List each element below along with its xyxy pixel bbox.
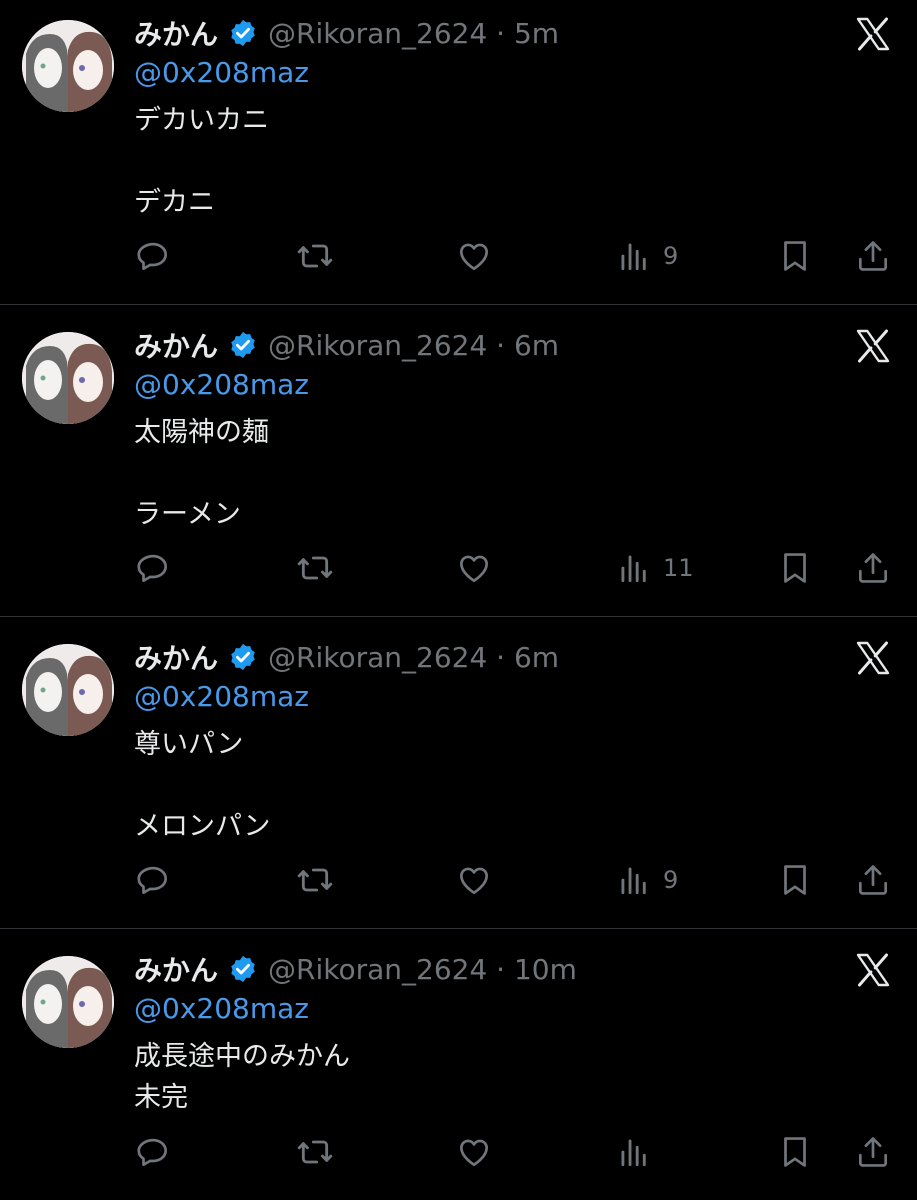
retweet-icon bbox=[295, 236, 335, 276]
verified-badge-icon bbox=[228, 18, 258, 48]
like-button[interactable] bbox=[455, 236, 493, 276]
avatar[interactable] bbox=[22, 20, 114, 112]
divider bbox=[0, 928, 917, 929]
bookmark-icon bbox=[776, 861, 814, 899]
bookmark-icon bbox=[776, 549, 814, 587]
mention-link[interactable]: @0x208maz bbox=[134, 680, 309, 713]
reply-button[interactable] bbox=[134, 548, 172, 588]
x-logo-icon bbox=[855, 952, 891, 988]
share-button[interactable] bbox=[854, 860, 892, 900]
views-icon bbox=[615, 1133, 653, 1171]
reply-button[interactable] bbox=[134, 236, 172, 276]
views-button[interactable] bbox=[615, 1132, 663, 1172]
views-count: 9 bbox=[663, 866, 679, 894]
tweet-header: みかん @Rikoran_2624 · 10m bbox=[134, 946, 577, 992]
x-logo-icon bbox=[855, 16, 891, 52]
views-button[interactable]: 9 bbox=[615, 236, 678, 276]
tweet-text-line: ラーメン bbox=[134, 499, 241, 530]
like-icon bbox=[455, 1133, 493, 1171]
like-button[interactable] bbox=[455, 1132, 493, 1172]
display-name[interactable]: みかん bbox=[134, 13, 218, 53]
tweet-text-line: 尊いパン bbox=[134, 729, 244, 760]
reply-icon bbox=[134, 1133, 172, 1171]
tweet-actions: 9 bbox=[0, 236, 917, 276]
share-button[interactable] bbox=[854, 548, 892, 588]
verified-badge-icon bbox=[228, 954, 258, 984]
views-button[interactable]: 9 bbox=[615, 860, 678, 900]
like-button[interactable] bbox=[455, 548, 493, 588]
like-icon bbox=[455, 861, 493, 899]
avatar[interactable] bbox=[22, 956, 114, 1048]
tweet-text-line: 未完 bbox=[134, 1082, 188, 1113]
reply-button[interactable] bbox=[134, 1132, 172, 1172]
tweet-header: みかん @Rikoran_2624 · 5m bbox=[134, 10, 559, 56]
views-button[interactable]: 11 bbox=[615, 548, 694, 588]
bookmark-button[interactable] bbox=[776, 236, 814, 276]
share-button[interactable] bbox=[854, 1132, 892, 1172]
bookmark-button[interactable] bbox=[776, 1132, 814, 1172]
mention-link[interactable]: @0x208maz bbox=[134, 368, 309, 401]
views-icon bbox=[615, 549, 653, 587]
retweet-button[interactable] bbox=[295, 236, 335, 276]
tweet-actions: 11 bbox=[0, 548, 917, 588]
retweet-button[interactable] bbox=[295, 548, 335, 588]
divider bbox=[0, 616, 917, 617]
retweet-button[interactable] bbox=[295, 1132, 335, 1172]
views-count: 9 bbox=[663, 242, 679, 270]
bookmark-button[interactable] bbox=[776, 548, 814, 588]
tweet-header: みかん @Rikoran_2624 · 6m bbox=[134, 634, 559, 680]
mention-link[interactable]: @0x208maz bbox=[134, 56, 309, 89]
share-icon bbox=[854, 1133, 892, 1171]
share-icon bbox=[854, 549, 892, 587]
retweet-icon bbox=[295, 860, 335, 900]
display-name[interactable]: みかん bbox=[134, 325, 218, 365]
like-icon bbox=[455, 237, 493, 275]
avatar[interactable] bbox=[22, 332, 114, 424]
like-button[interactable] bbox=[455, 860, 493, 900]
divider bbox=[0, 304, 917, 305]
retweet-icon bbox=[295, 1132, 335, 1172]
x-logo-icon bbox=[855, 328, 891, 364]
mention-link[interactable]: @0x208maz bbox=[134, 992, 309, 1025]
share-icon bbox=[854, 861, 892, 899]
tweet-header: みかん @Rikoran_2624 · 6m bbox=[134, 322, 559, 368]
reply-icon bbox=[134, 549, 172, 587]
handle-and-time[interactable]: @Rikoran_2624 · 10m bbox=[268, 953, 577, 986]
tweet-card[interactable]: みかん @Rikoran_2624 · 6m @0x208maz 太陽神の麺 ラ… bbox=[0, 312, 917, 616]
x-logo-icon bbox=[855, 640, 891, 676]
views-icon bbox=[615, 861, 653, 899]
share-button[interactable] bbox=[854, 236, 892, 276]
tweet-actions: 9 bbox=[0, 860, 917, 900]
tweet-text-line: 太陽神の麺 bbox=[134, 417, 269, 448]
tweet-text-line: 成長途中のみかん bbox=[134, 1041, 350, 1072]
tweet-feed: みかん @Rikoran_2624 · 5m @0x208maz デカいカニ デ… bbox=[0, 0, 917, 1200]
bookmark-icon bbox=[776, 1133, 814, 1171]
reply-icon bbox=[134, 861, 172, 899]
reply-icon bbox=[134, 237, 172, 275]
views-count: 11 bbox=[663, 554, 694, 582]
handle-and-time[interactable]: @Rikoran_2624 · 5m bbox=[268, 17, 559, 50]
bookmark-icon bbox=[776, 237, 814, 275]
handle-and-time[interactable]: @Rikoran_2624 · 6m bbox=[268, 329, 559, 362]
display-name[interactable]: みかん bbox=[134, 949, 218, 989]
verified-badge-icon bbox=[228, 642, 258, 672]
avatar[interactable] bbox=[22, 644, 114, 736]
retweet-button[interactable] bbox=[295, 860, 335, 900]
tweet-text-line: デカいカニ bbox=[134, 105, 269, 136]
reply-button[interactable] bbox=[134, 860, 172, 900]
like-icon bbox=[455, 549, 493, 587]
share-icon bbox=[854, 237, 892, 275]
tweet-actions bbox=[0, 1132, 917, 1172]
verified-badge-icon bbox=[228, 330, 258, 360]
bookmark-button[interactable] bbox=[776, 860, 814, 900]
tweet-card[interactable]: みかん @Rikoran_2624 · 6m @0x208maz 尊いパン メロ… bbox=[0, 624, 917, 928]
tweet-card[interactable]: みかん @Rikoran_2624 · 10m @0x208maz 成長途中のみ… bbox=[0, 936, 917, 1200]
tweet-card[interactable]: みかん @Rikoran_2624 · 5m @0x208maz デカいカニ デ… bbox=[0, 0, 917, 304]
retweet-icon bbox=[295, 548, 335, 588]
views-icon bbox=[615, 237, 653, 275]
display-name[interactable]: みかん bbox=[134, 637, 218, 677]
tweet-text-line: メロンパン bbox=[134, 811, 271, 842]
tweet-text-line: デカニ bbox=[134, 187, 215, 218]
handle-and-time[interactable]: @Rikoran_2624 · 6m bbox=[268, 641, 559, 674]
